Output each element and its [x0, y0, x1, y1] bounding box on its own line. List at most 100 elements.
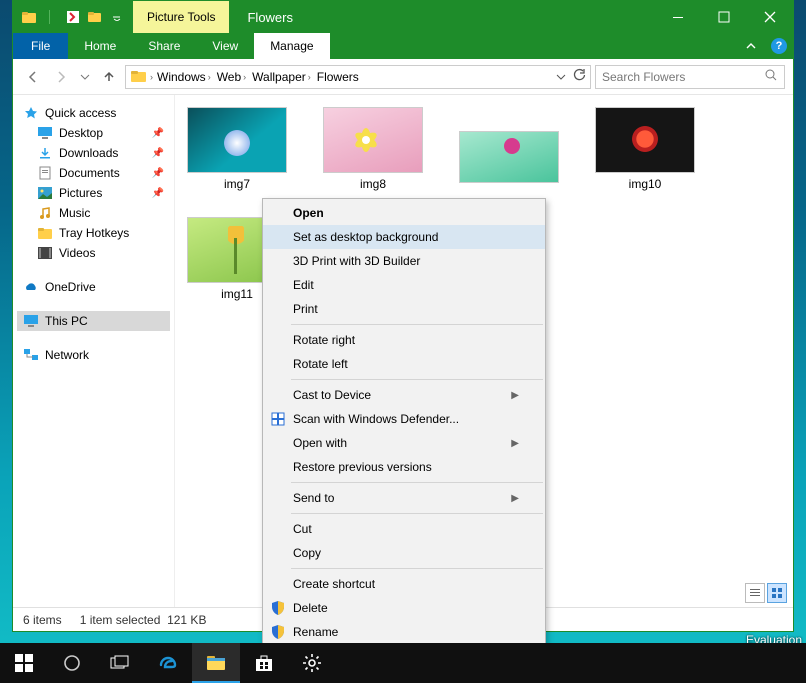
- ribbon-collapse-button[interactable]: [737, 33, 765, 59]
- submenu-arrow-icon: ▶: [511, 438, 519, 449]
- crumb-windows[interactable]: Windows›: [155, 70, 213, 84]
- videos-icon: [37, 245, 53, 261]
- up-button[interactable]: [97, 65, 121, 89]
- menu-item-3d-print-with-3d-builder[interactable]: 3D Print with 3D Builder: [263, 249, 545, 273]
- thumbnail-icon: [323, 107, 423, 173]
- sidebar-item-trayhotkeys[interactable]: Tray Hotkeys: [17, 223, 170, 243]
- status-count: 6 items: [23, 613, 62, 627]
- menu-item-set-as-desktop-background[interactable]: Set as desktop background: [263, 225, 545, 249]
- sidebar-item-onedrive[interactable]: OneDrive: [17, 277, 170, 297]
- properties-icon[interactable]: [65, 9, 81, 25]
- menu-item-open[interactable]: Open: [263, 201, 545, 225]
- contextual-tab-label: Picture Tools: [133, 1, 229, 33]
- explorer-button[interactable]: [192, 643, 240, 683]
- breadcrumb[interactable]: › Windows› Web› Wallpaper› Flowers: [125, 65, 591, 89]
- menu-item-open-with[interactable]: Open with ▶: [263, 431, 545, 455]
- file-img7[interactable]: img7: [183, 107, 291, 205]
- menu-item-label: 3D Print with 3D Builder: [293, 254, 420, 268]
- menu-item-label: Set as desktop background: [293, 230, 438, 244]
- thumbnails-view-button[interactable]: [767, 583, 787, 603]
- music-icon: [37, 205, 53, 221]
- menu-item-rename[interactable]: Rename: [263, 620, 545, 644]
- sidebar-item-music[interactable]: Music: [17, 203, 170, 223]
- crumb-flowers[interactable]: Flowers: [315, 70, 361, 84]
- folder-icon: [37, 225, 53, 241]
- quick-access-toolbar: [13, 1, 133, 33]
- refresh-button[interactable]: [572, 68, 586, 85]
- submenu-arrow-icon: ▶: [511, 390, 519, 401]
- maximize-button[interactable]: [701, 1, 747, 33]
- menu-item-cut[interactable]: Cut: [263, 517, 545, 541]
- minimize-button[interactable]: [655, 1, 701, 33]
- network-icon: [23, 347, 39, 363]
- taskbar: [0, 643, 806, 683]
- menu-item-label: Copy: [293, 546, 321, 560]
- pin-icon: 📌: [152, 188, 164, 199]
- tab-manage[interactable]: Manage: [254, 33, 329, 59]
- menu-item-copy[interactable]: Copy: [263, 541, 545, 565]
- history-dropdown-icon[interactable]: [556, 70, 566, 84]
- chevron-down-icon[interactable]: [109, 9, 125, 25]
- back-button[interactable]: [21, 65, 45, 89]
- sidebar-item-desktop[interactable]: Desktop📌: [17, 123, 170, 143]
- tab-home[interactable]: Home: [68, 33, 132, 59]
- details-view-button[interactable]: [745, 583, 765, 603]
- file-img10[interactable]: img10: [591, 107, 699, 205]
- edge-button[interactable]: [144, 643, 192, 683]
- menu-item-label: Delete: [293, 601, 328, 615]
- shield-icon: [269, 623, 287, 641]
- search-input[interactable]: Search Flowers: [595, 65, 785, 89]
- file-img9[interactable]: img9: [455, 131, 563, 205]
- settings-button[interactable]: [288, 643, 336, 683]
- menu-item-send-to[interactable]: Send to ▶: [263, 486, 545, 510]
- sidebar-item-pictures[interactable]: Pictures📌: [17, 183, 170, 203]
- shield-icon: [269, 599, 287, 617]
- onedrive-icon: [23, 279, 39, 295]
- menu-item-label: Send to: [293, 491, 334, 505]
- forward-button[interactable]: [49, 65, 73, 89]
- menu-item-edit[interactable]: Edit: [263, 273, 545, 297]
- menu-item-label: Rename: [293, 625, 338, 639]
- crumb-wallpaper[interactable]: Wallpaper›: [250, 70, 313, 84]
- crumb-web[interactable]: Web›: [215, 70, 248, 84]
- start-button[interactable]: [0, 643, 48, 683]
- star-icon: [23, 105, 39, 121]
- close-button[interactable]: [747, 1, 793, 33]
- sidebar-item-documents[interactable]: Documents📌: [17, 163, 170, 183]
- file-img8[interactable]: img8: [319, 107, 427, 205]
- menu-item-cast-to-device[interactable]: Cast to Device ▶: [263, 383, 545, 407]
- sidebar-item-videos[interactable]: Videos: [17, 243, 170, 263]
- sidebar-item-downloads[interactable]: Downloads📌: [17, 143, 170, 163]
- new-folder-icon[interactable]: [87, 9, 103, 25]
- quick-access-header[interactable]: Quick access: [17, 103, 170, 123]
- menu-item-restore-previous-versions[interactable]: Restore previous versions: [263, 455, 545, 479]
- menu-item-print[interactable]: Print: [263, 297, 545, 321]
- documents-icon: [37, 165, 53, 181]
- menu-item-scan-with-windows-defender[interactable]: Scan with Windows Defender...: [263, 407, 545, 431]
- sidebar-item-network[interactable]: Network: [17, 345, 170, 365]
- cortana-button[interactable]: [48, 643, 96, 683]
- menu-item-label: Rotate right: [293, 333, 355, 347]
- navigation-pane: Quick access Desktop📌 Downloads📌 Documen…: [13, 95, 175, 607]
- menu-item-rotate-left[interactable]: Rotate left: [263, 352, 545, 376]
- tab-file[interactable]: File: [13, 33, 68, 59]
- thumbnail-icon: [459, 131, 559, 183]
- tab-share[interactable]: Share: [132, 33, 196, 59]
- menu-item-rotate-right[interactable]: Rotate right: [263, 328, 545, 352]
- menu-item-label: Open with: [293, 436, 347, 450]
- menu-item-label: Cast to Device: [293, 388, 371, 402]
- taskview-button[interactable]: [96, 643, 144, 683]
- pin-icon: 📌: [152, 128, 164, 139]
- help-button[interactable]: ?: [765, 33, 793, 59]
- tab-view[interactable]: View: [196, 33, 254, 59]
- menu-item-create-shortcut[interactable]: Create shortcut: [263, 572, 545, 596]
- thumbnail-icon: [187, 107, 287, 173]
- defender-icon: [269, 410, 287, 428]
- store-button[interactable]: [240, 643, 288, 683]
- recent-locations-button[interactable]: [77, 65, 93, 89]
- menu-item-label: Edit: [293, 278, 314, 292]
- menu-item-delete[interactable]: Delete: [263, 596, 545, 620]
- submenu-arrow-icon: ▶: [511, 493, 519, 504]
- sidebar-item-thispc[interactable]: This PC: [17, 311, 170, 331]
- thispc-icon: [23, 313, 39, 329]
